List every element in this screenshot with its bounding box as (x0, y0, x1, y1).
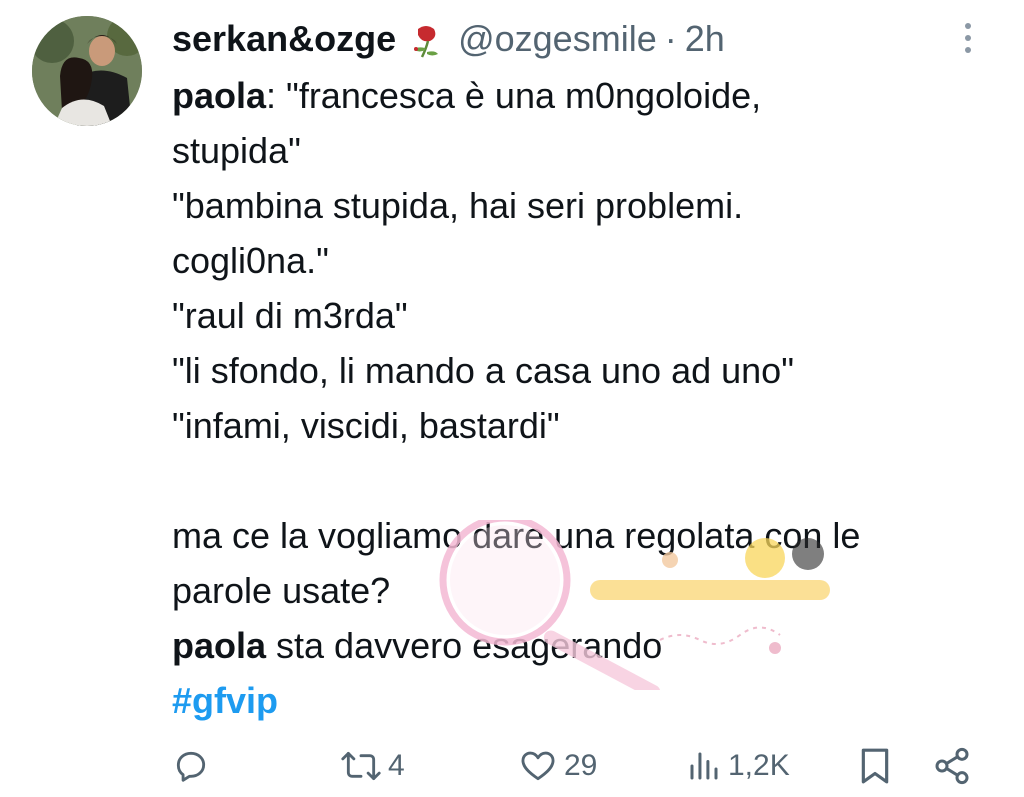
mention-paola: paola (172, 75, 267, 116)
text-line: ma ce la vogliamo dare una regolata con … (172, 515, 861, 556)
tweet-action-bar: 4 29 1,2K (0, 738, 1024, 794)
text-fragment: : "francesca è una m0ngoloide, (266, 75, 762, 116)
author-handle[interactable]: @ozgesmile (458, 18, 657, 60)
tweet-timestamp[interactable]: 2h (685, 18, 725, 60)
mention-paola: paola (172, 625, 267, 666)
retweet-button[interactable]: 4 (340, 738, 405, 794)
like-count: 29 (564, 749, 598, 782)
share-button[interactable] (932, 738, 972, 794)
bookmark-icon (861, 748, 889, 784)
text-line: "bambina stupida, hai seri problemi. (172, 185, 744, 226)
avatar[interactable] (32, 16, 142, 126)
tweet-text: paola: "francesca è una m0ngoloide, stup… (172, 68, 992, 728)
share-icon (935, 747, 969, 785)
reply-icon (176, 751, 206, 782)
reply-button[interactable] (172, 738, 216, 794)
text-line: paola sta davvero esagerando (172, 618, 992, 673)
bookmark-button[interactable] (858, 738, 892, 794)
heart-icon (521, 751, 555, 781)
text-line: paola: "francesca è una m0ngoloide, (172, 68, 992, 123)
analytics-icon (690, 752, 718, 780)
views-count: 1,2K (728, 749, 790, 782)
hashtag-link[interactable]: #gfvip (172, 680, 278, 721)
text-line: "raul di m3rda" (172, 295, 408, 336)
text-line: cogli0na." (172, 240, 329, 281)
text-line: stupida" (172, 130, 301, 171)
avatar-photo (32, 16, 142, 126)
text-fragment: sta davvero esagerando (266, 625, 663, 666)
text-line: "infami, viscidi, bastardi" (172, 405, 560, 446)
more-vertical-icon[interactable] (950, 18, 986, 58)
text-line: "li sfondo, li mando a casa uno ad uno" (172, 350, 794, 391)
retweet-icon (341, 751, 381, 781)
text-line: #gfvip (172, 673, 992, 728)
wilted-rose-icon (408, 19, 444, 59)
like-button[interactable]: 29 (518, 738, 597, 794)
author-name[interactable]: serkan&ozge (172, 18, 396, 60)
retweet-count: 4 (388, 749, 405, 782)
separator-dot: · (664, 18, 677, 59)
text-line: parole usate? (172, 570, 391, 611)
tweet-header: serkan&ozge @ozgesmile · 2h (172, 16, 725, 62)
views-button[interactable]: 1,2K (686, 738, 790, 794)
